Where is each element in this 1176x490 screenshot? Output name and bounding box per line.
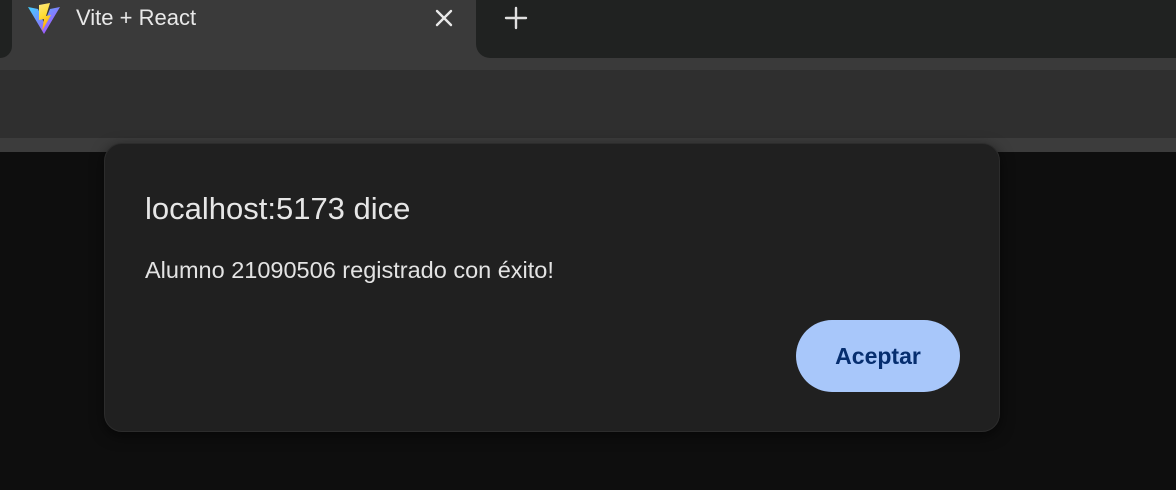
dialog-message: Alumno 21090506 registrado con éxito! bbox=[145, 257, 554, 283]
plus-icon[interactable] bbox=[503, 5, 529, 31]
tab-title: Vite + React bbox=[76, 5, 197, 30]
address-bar-area bbox=[0, 70, 1176, 138]
accept-button[interactable]: Aceptar bbox=[796, 320, 960, 392]
alert-dialog: localhost:5173 dice Alumno 21090506 regi… bbox=[104, 143, 1000, 432]
tab-strip-edge bbox=[0, 0, 12, 58]
vite-logo-icon bbox=[28, 3, 60, 34]
dialog-title: localhost:5173 dice bbox=[145, 191, 411, 226]
browser-tab-edge bbox=[476, 0, 494, 58]
toolbar-top bbox=[0, 58, 1176, 70]
close-icon[interactable] bbox=[432, 6, 456, 30]
